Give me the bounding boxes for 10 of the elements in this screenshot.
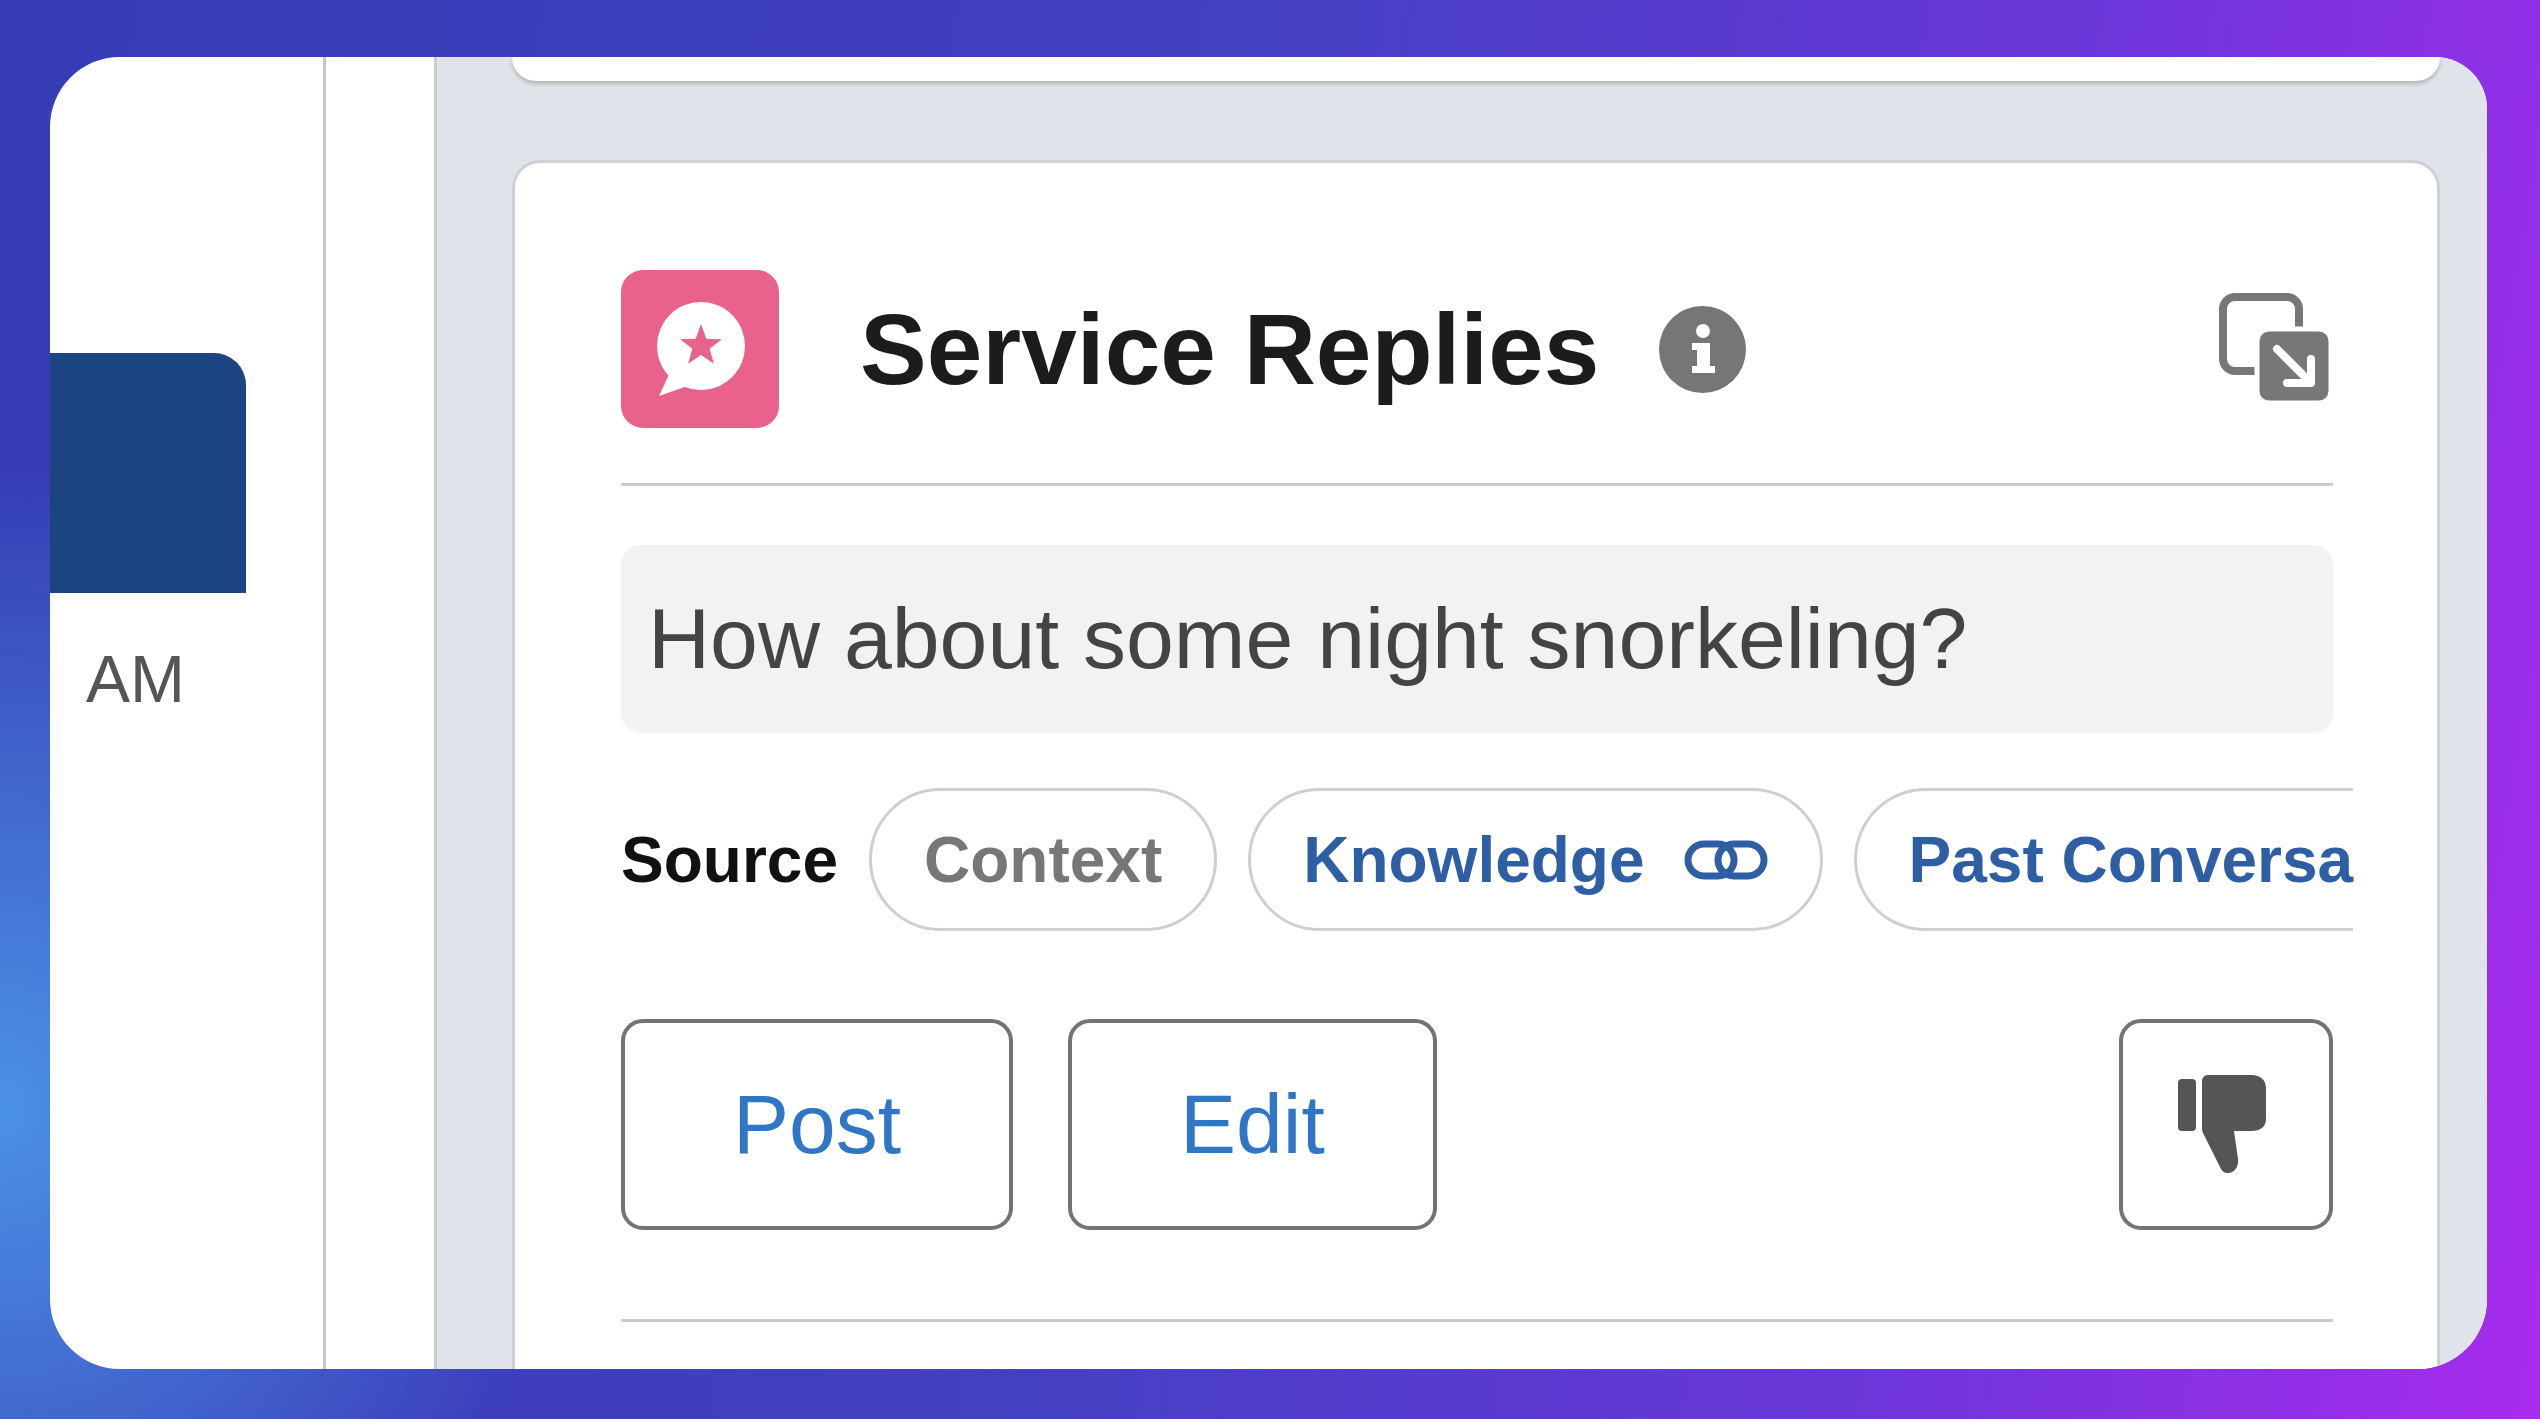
source-chip[interactable]: Past Conversa	[1853, 788, 2354, 931]
message-time: AM	[85, 643, 186, 716]
reply-field[interactable]: How about some night snorkeling?	[621, 545, 2333, 731]
card-title: Service Replies	[860, 291, 1600, 407]
info-icon[interactable]	[1659, 305, 1747, 393]
source-chip[interactable]: Knowledge	[1248, 788, 1823, 931]
dislike-button[interactable]	[2119, 1019, 2333, 1230]
source-label: Source	[621, 822, 838, 897]
action-button[interactable]: Edit	[1068, 1019, 1437, 1230]
action-button[interactable]: Post	[621, 1019, 1014, 1230]
